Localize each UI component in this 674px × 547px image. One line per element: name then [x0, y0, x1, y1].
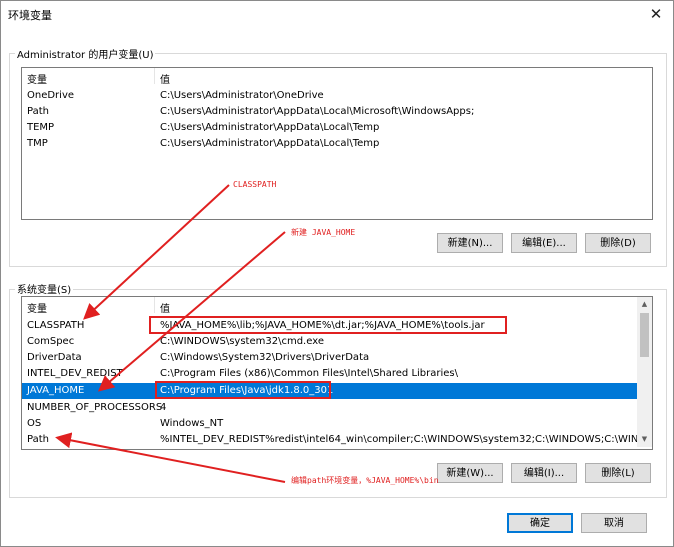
system-row-intel-dev-redist[interactable]: INTEL_DEV_REDIST C:\Program Files (x86)\…: [22, 366, 637, 382]
system-delete-button[interactable]: 删除(L): [585, 463, 651, 483]
variable-name: OS: [27, 418, 42, 429]
window-title: 环境变量: [8, 9, 52, 22]
cancel-button[interactable]: 取消: [581, 513, 647, 533]
variable-name: TMP: [27, 138, 48, 149]
system-variables-label: 系统变量(S): [15, 281, 74, 296]
variable-name: INTEL_DEV_REDIST: [27, 368, 123, 379]
user-row-tmp[interactable]: TMP C:\Users\Administrator\AppData\Local…: [22, 136, 652, 152]
variable-value: C:\Program Files (x86)\Common Files\Inte…: [160, 368, 459, 379]
variable-name: Path: [27, 434, 49, 445]
column-header-variable[interactable]: 变量: [27, 300, 47, 315]
variable-name: OneDrive: [27, 90, 75, 101]
user-row-temp[interactable]: TEMP C:\Users\Administrator\AppData\Loca…: [22, 120, 652, 136]
system-row-os[interactable]: OS Windows_NT: [22, 416, 637, 432]
system-new-button[interactable]: 新建(W)...: [437, 463, 503, 483]
system-list-scrollbar[interactable]: ▲ ▼: [637, 297, 652, 447]
system-row-driverdata[interactable]: DriverData C:\Windows\System32\Drivers\D…: [22, 350, 637, 366]
user-row-path[interactable]: Path C:\Users\Administrator\AppData\Loca…: [22, 104, 652, 120]
classpath-value-highlight: [149, 316, 507, 334]
user-edit-button[interactable]: 编辑(E)...: [511, 233, 577, 253]
system-row-number-of-processors[interactable]: NUMBER_OF_PROCESSORS 4: [22, 400, 637, 416]
user-new-button[interactable]: 新建(N)...: [437, 233, 503, 253]
variable-value: %INTEL_DEV_REDIST%redist\intel64_win\com…: [160, 434, 637, 445]
user-variables-label: Administrator 的用户变量(U): [15, 46, 156, 61]
variable-value: C:\Users\Administrator\AppData\Local\Mic…: [160, 106, 475, 117]
system-list-header: 变量 值: [22, 297, 652, 315]
variable-name: TEMP: [27, 122, 55, 133]
variable-value: C:\Users\Administrator\AppData\Local\Tem…: [160, 138, 380, 149]
scroll-up-arrow-icon[interactable]: ▲: [637, 297, 652, 312]
ok-button[interactable]: 确定: [507, 513, 573, 533]
variable-value: Windows_NT: [160, 418, 224, 429]
variable-name: CLASSPATH: [27, 320, 85, 331]
environment-variables-dialog: 环境变量 ✕ Administrator 的用户变量(U) 变量 值 OneDr…: [0, 0, 674, 547]
variable-name: NUMBER_OF_PROCESSORS: [27, 402, 163, 413]
user-row-onedrive[interactable]: OneDrive C:\Users\Administrator\OneDrive: [22, 88, 652, 104]
column-header-variable[interactable]: 变量: [27, 71, 47, 86]
column-header-value[interactable]: 值: [160, 71, 170, 86]
variable-name: DriverData: [27, 352, 82, 363]
user-variables-list[interactable]: 变量 值 OneDrive C:\Users\Administrator\One…: [21, 67, 653, 220]
variable-value: 4: [160, 402, 167, 413]
variable-value: C:\WINDOWS\system32\cmd.exe: [160, 336, 324, 347]
scrollbar-thumb[interactable]: [640, 313, 649, 357]
scroll-down-arrow-icon[interactable]: ▼: [637, 432, 652, 447]
variable-name: JAVA_HOME: [27, 385, 85, 396]
system-row-path[interactable]: Path %INTEL_DEV_REDIST%redist\intel64_wi…: [22, 432, 637, 448]
variable-name: ComSpec: [27, 336, 75, 347]
title-bar[interactable]: 环境变量 ✕: [1, 1, 673, 27]
variable-value: C:\Windows\System32\Drivers\DriverData: [160, 352, 370, 363]
annotation-classpath: CLASSPATH: [233, 180, 277, 189]
variable-value: C:\Users\Administrator\OneDrive: [160, 90, 324, 101]
user-list-header: 变量 值: [22, 68, 652, 86]
variable-name: Path: [27, 106, 49, 117]
annotation-new-java-home: 新建 JAVA_HOME: [291, 228, 356, 237]
column-header-value[interactable]: 值: [160, 300, 170, 315]
annotation-edit-path: 编辑path环境变量，%JAVA_HOME%\bin: [291, 476, 439, 485]
java-home-value-highlight: [155, 381, 331, 399]
system-row-comspec[interactable]: ComSpec C:\WINDOWS\system32\cmd.exe: [22, 334, 637, 350]
system-edit-button[interactable]: 编辑(I)...: [511, 463, 577, 483]
variable-value: C:\Users\Administrator\AppData\Local\Tem…: [160, 122, 380, 133]
user-delete-button[interactable]: 删除(D): [585, 233, 651, 253]
close-button[interactable]: ✕: [639, 1, 673, 27]
